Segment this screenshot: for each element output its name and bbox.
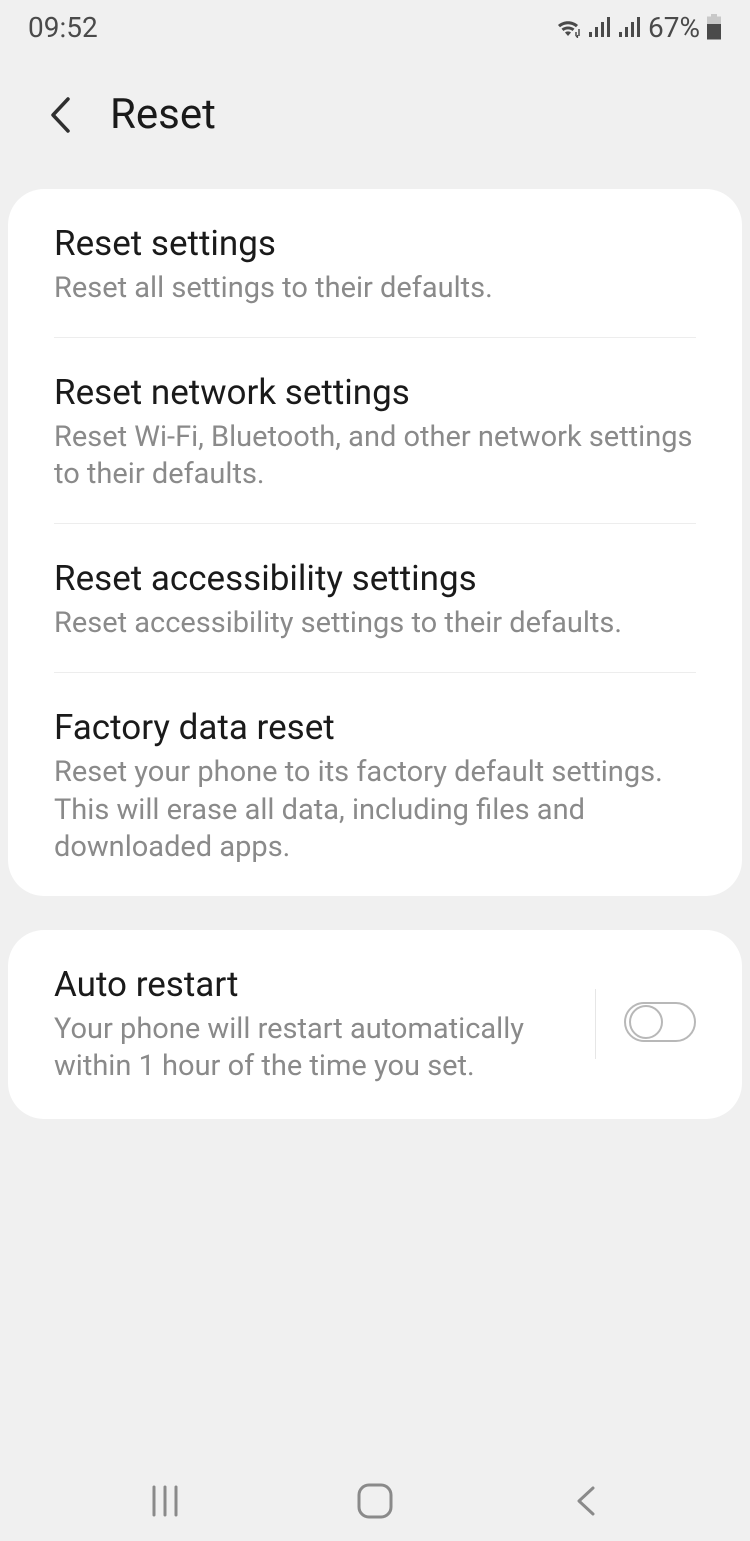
- auto-restart-card: Auto restart Your phone will restart aut…: [8, 930, 742, 1119]
- item-title: Auto restart: [54, 964, 577, 1005]
- item-title: Factory data reset: [54, 707, 696, 748]
- signal-icon-2: [618, 16, 642, 38]
- reset-options-card: Reset settings Reset all settings to the…: [8, 189, 742, 896]
- item-desc: Reset accessibility settings to their de…: [54, 605, 696, 642]
- item-desc: Your phone will restart automatically wi…: [54, 1011, 577, 1085]
- auto-restart-toggle[interactable]: [624, 1002, 696, 1046]
- item-desc: Reset all settings to their defaults.: [54, 270, 696, 307]
- back-button[interactable]: [44, 95, 76, 135]
- battery-percentage: 67%: [648, 11, 700, 44]
- page-title: Reset: [110, 90, 216, 139]
- wifi-icon: [554, 16, 582, 38]
- signal-icon-1: [588, 16, 612, 38]
- home-button[interactable]: [350, 1476, 400, 1526]
- item-title: Reset settings: [54, 223, 696, 264]
- item-title: Reset accessibility settings: [54, 558, 696, 599]
- item-desc: Reset your phone to its factory default …: [54, 754, 696, 865]
- item-desc: Reset Wi-Fi, Bluetooth, and other networ…: [54, 419, 696, 493]
- auto-restart-item[interactable]: Auto restart Your phone will restart aut…: [8, 930, 742, 1119]
- battery-icon: [706, 14, 722, 40]
- factory-data-reset-item[interactable]: Factory data reset Reset your phone to i…: [8, 673, 742, 895]
- item-title: Reset network settings: [54, 372, 696, 413]
- header: Reset: [0, 50, 750, 189]
- reset-settings-item[interactable]: Reset settings Reset all settings to the…: [8, 189, 742, 337]
- vertical-divider: [595, 989, 596, 1059]
- status-bar: 09:52 67%: [0, 0, 750, 50]
- reset-accessibility-settings-item[interactable]: Reset accessibility settings Reset acces…: [8, 524, 742, 672]
- reset-network-settings-item[interactable]: Reset network settings Reset Wi-Fi, Blue…: [8, 338, 742, 523]
- navigation-bar: [0, 1461, 750, 1541]
- back-nav-button[interactable]: [560, 1476, 610, 1526]
- recents-button[interactable]: [140, 1476, 190, 1526]
- status-time: 09:52: [28, 11, 98, 44]
- status-right: 67%: [554, 11, 722, 44]
